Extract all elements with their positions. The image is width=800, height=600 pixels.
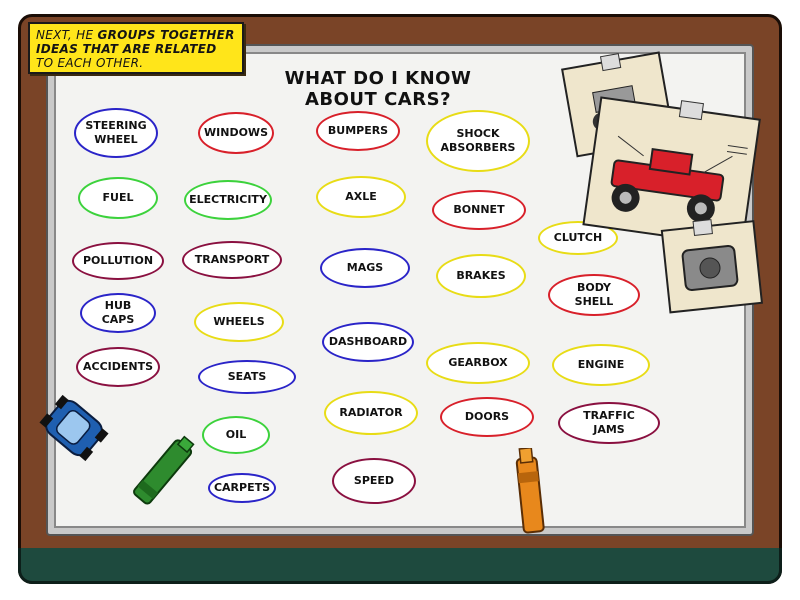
bubble-bumpers: BUMPERS (316, 111, 400, 151)
bubble-speed: SPEED (332, 458, 416, 504)
orange-marker-icon (515, 448, 545, 534)
bubble-mags: MAGS (320, 248, 410, 288)
bubble-engine: ENGINE (552, 344, 650, 386)
bubble-pollution: POLLUTION (72, 242, 164, 280)
bubble-dashboard: DASHBOARD (322, 322, 414, 362)
bubble-electricity: ELECTRICITY (184, 180, 272, 220)
bubble-steering-wheel: STEERING WHEEL (74, 108, 158, 158)
bubble-wheels: WHEELS (194, 302, 284, 342)
bubble-gearbox: GEARBOX (426, 342, 530, 384)
board-title: WHAT DO I KNOW ABOUT CARS? (284, 68, 472, 110)
bubble-seats: SEATS (198, 360, 296, 394)
caption-text-1: NEXT, HE (36, 28, 98, 42)
bubble-brakes: BRAKES (436, 254, 526, 298)
caption-text-2: TO EACH OTHER. (36, 56, 144, 70)
bubble-windows: WINDOWS (198, 112, 274, 154)
bubble-hub-caps: HUB CAPS (80, 293, 156, 333)
floor-strip (18, 548, 782, 584)
bubble-bonnet: BONNET (432, 190, 526, 230)
caption-box: NEXT, HE GROUPS TOGETHER IDEAS THAT ARE … (28, 22, 244, 74)
bubble-carpets: CARPETS (208, 473, 276, 503)
bubble-accidents: ACCIDENTS (76, 347, 160, 387)
bubble-doors: DOORS (440, 397, 534, 437)
bubble-traffic-jams: TRAFFIC JAMS (558, 402, 660, 444)
bubble-oil: OIL (202, 416, 270, 454)
bubble-fuel: FUEL (78, 177, 158, 219)
bubble-radiator: RADIATOR (324, 391, 418, 435)
toy-car-icon (39, 394, 109, 462)
bubble-axle: AXLE (316, 176, 406, 218)
bubble-transport: TRANSPORT (182, 241, 282, 279)
green-marker-icon (133, 435, 195, 505)
pinned-car-diagram-icon (561, 51, 764, 314)
bubble-shock-absorbers: SHOCK ABSORBERS (426, 110, 530, 172)
